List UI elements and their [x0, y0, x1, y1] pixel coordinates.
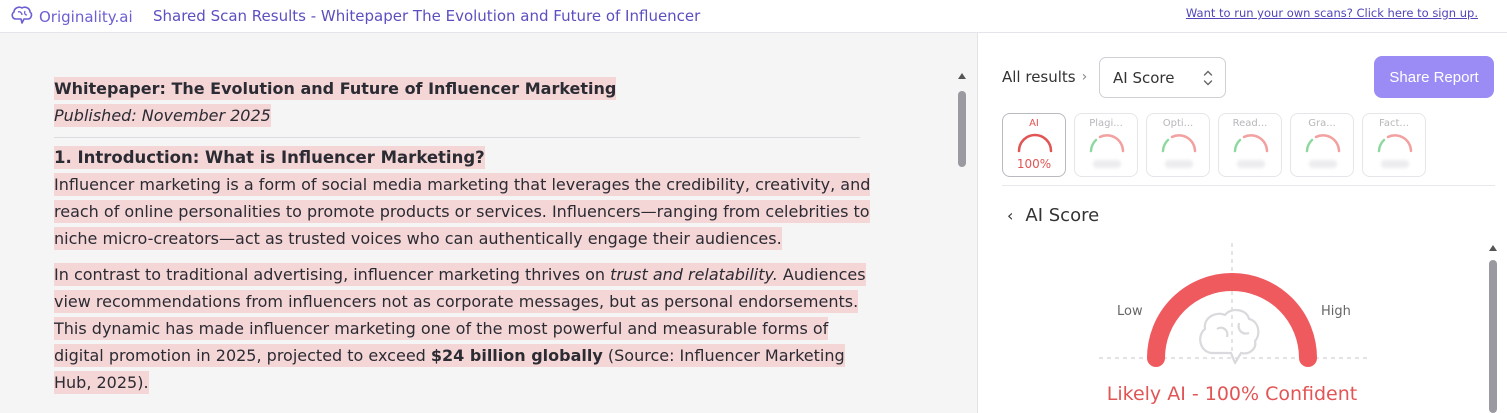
score-type-select[interactable]: AI Score [1099, 57, 1226, 98]
breadcrumb: All results › [1002, 68, 1087, 86]
tab-label: Read... [1232, 118, 1268, 129]
paragraph-line: Influencer marketing is a form of social… [54, 173, 871, 196]
tab-value: 100% [1016, 157, 1052, 171]
document-pane: Whitepaper: The Evolution and Future of … [0, 33, 978, 413]
paragraph-line: niche micro-creators—act as trusted voic… [54, 227, 782, 250]
paragraph-line: Hub, 2025). [54, 371, 149, 394]
tab-label: Gra... [1308, 118, 1336, 129]
section-heading: 1. Introduction: What is Influencer Mark… [54, 146, 485, 169]
paragraph-line: This dynamic has made influencer marketi… [54, 317, 829, 340]
chevron-left-icon[interactable]: ‹ [1007, 206, 1013, 225]
tab-label: Fact... [1379, 118, 1409, 129]
paragraph-line: In contrast to traditional advertising, … [54, 263, 866, 286]
breadcrumb-all-results[interactable]: All results [1002, 68, 1076, 86]
mini-gauge-icon [1089, 134, 1125, 153]
mini-gauge-icon [1305, 134, 1341, 153]
tab-label: Opti... [1162, 118, 1194, 129]
score-tab[interactable]: AI 100% [1002, 113, 1066, 177]
paragraph-line: view recommendations from influencers no… [54, 290, 859, 313]
blurred-value [1093, 160, 1121, 168]
gauge-high-label: High [1321, 304, 1351, 319]
blurred-value [1381, 160, 1409, 168]
mini-gauge-icon [1161, 134, 1197, 153]
chevron-right-icon: › [1081, 69, 1088, 85]
tab-label: Plagi... [1089, 118, 1123, 129]
panel-scrollbar[interactable] [1488, 245, 1498, 413]
updown-arrows-icon [1203, 70, 1213, 86]
scrollbar-thumb[interactable] [1489, 260, 1497, 413]
brand-name: Originality.ai [39, 8, 133, 26]
brain-logo-icon [10, 5, 34, 29]
gauge-low-label: Low [1117, 304, 1143, 319]
section-title: AI Score [1025, 205, 1100, 226]
page-title: Shared Scan Results - Whitepaper The Evo… [153, 7, 701, 25]
score-tab[interactable]: Fact... [1362, 113, 1426, 177]
mini-gauge-icon [1017, 133, 1053, 153]
ai-verdict: Likely AI - 100% Confident [1106, 383, 1358, 405]
brand-link[interactable]: Originality.ai [10, 5, 133, 29]
divider [1002, 185, 1495, 186]
ai-score-gauge: Low High Likely AI - 100% Confident [1099, 243, 1379, 413]
mini-gauge-icon [1377, 134, 1413, 153]
paragraph-line: digital promotion in 2025, projected to … [54, 344, 845, 367]
blurred-value [1309, 160, 1337, 168]
tab-label: AI [1029, 118, 1039, 129]
brain-watermark-icon [1199, 309, 1260, 365]
scroll-up-arrow-icon[interactable] [958, 73, 966, 79]
blurred-value [1237, 160, 1265, 168]
share-report-button[interactable]: Share Report [1374, 56, 1494, 98]
score-tab[interactable]: Read... [1218, 113, 1282, 177]
score-tab[interactable]: Gra... [1290, 113, 1354, 177]
document-title: Whitepaper: The Evolution and Future of … [54, 77, 617, 100]
scroll-up-arrow-icon[interactable] [1489, 245, 1497, 251]
signup-link[interactable]: Want to run your own scans? Click here t… [1186, 6, 1478, 20]
score-tab[interactable]: Opti... [1146, 113, 1210, 177]
document-content: Whitepaper: The Evolution and Future of … [54, 75, 871, 396]
mini-gauge-icon [1233, 134, 1269, 153]
published-date: Published: November 2025 [54, 104, 271, 127]
select-value: AI Score [1113, 68, 1175, 87]
scrollbar-thumb[interactable] [958, 91, 966, 167]
section-header: ‹ AI Score [1007, 205, 1099, 226]
results-panel: All results › AI Score Share Report AI 10… [979, 33, 1507, 413]
top-bar: Originality.ai Shared Scan Results - Whi… [0, 0, 1507, 33]
divider [54, 137, 860, 138]
blurred-value [1165, 160, 1193, 168]
document-scrollbar[interactable] [957, 73, 967, 413]
paragraph-line: reach of online personalities to promote… [54, 200, 870, 223]
score-tab[interactable]: Plagi... [1074, 113, 1138, 177]
score-tabs: AI 100% Plagi... Opti... Read... Gra... Fact..… [1002, 113, 1426, 177]
